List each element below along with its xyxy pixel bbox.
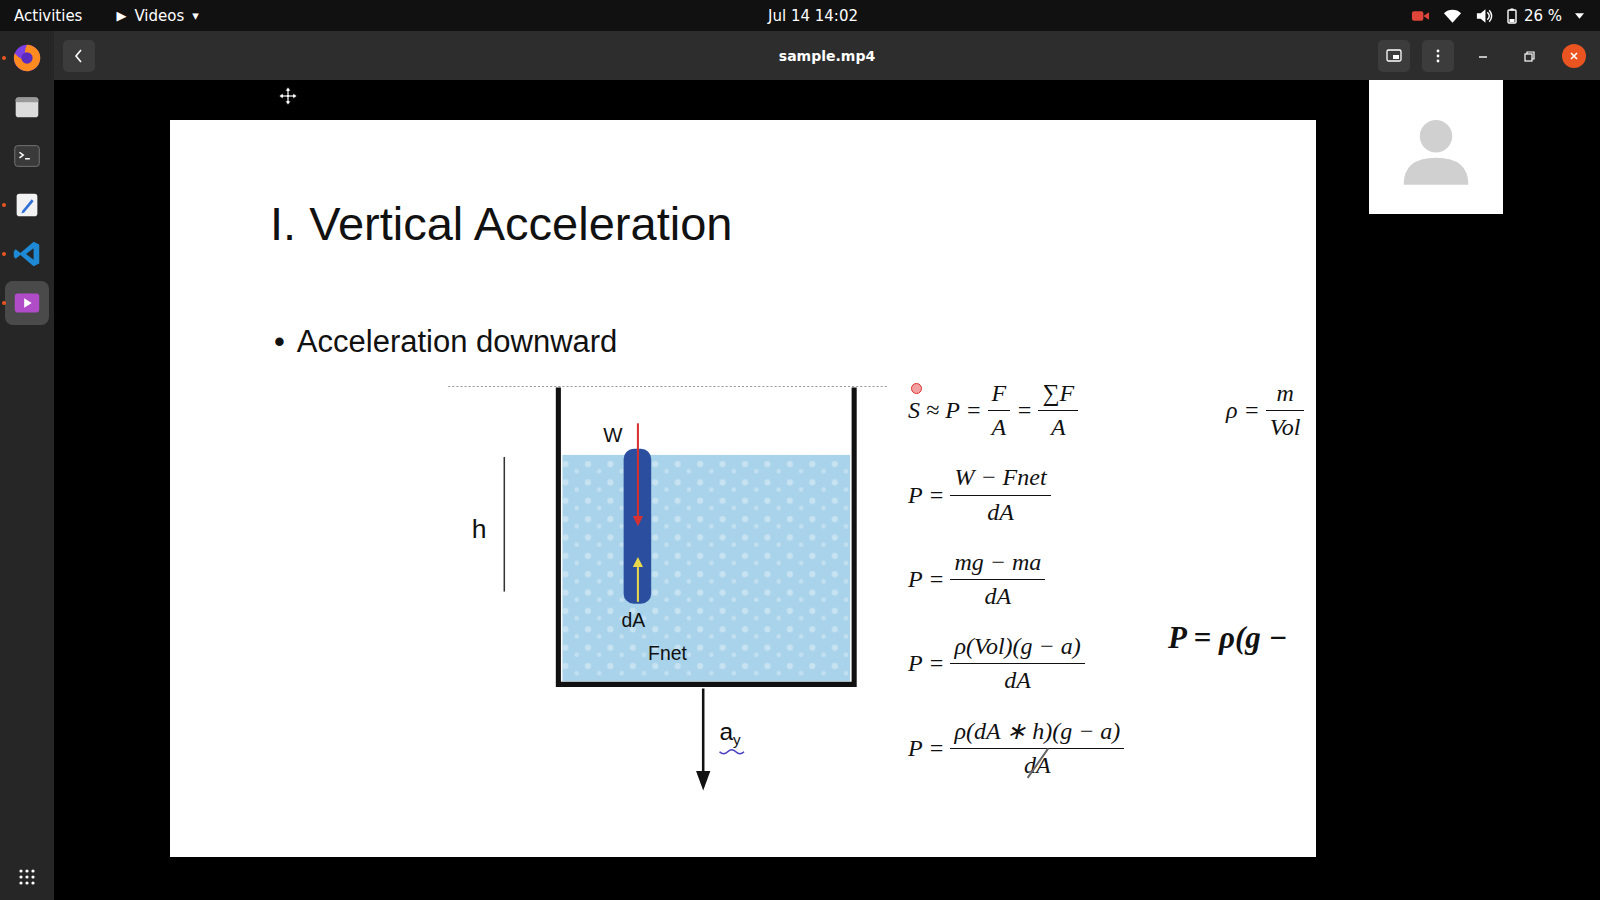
top-bar: Activities ▶Videos▾ Jul 14 14:02 26 % — [0, 0, 1600, 31]
water — [562, 455, 850, 681]
activities-button[interactable]: Activities — [14, 7, 82, 25]
running-dot — [2, 252, 6, 256]
system-menu[interactable]: 26 % — [858, 7, 1600, 25]
window-title: sample.mp4 — [779, 48, 875, 64]
height-label: h — [472, 514, 487, 544]
density-equation: ρ =mVol — [1226, 378, 1304, 443]
minimize-icon — [1475, 48, 1491, 64]
fraction: ρ(Vol)(g − a)dA — [950, 631, 1084, 696]
terminal-icon — [11, 140, 43, 172]
volume-icon — [1475, 8, 1494, 24]
fraction: W − FnetdA — [950, 462, 1050, 527]
surface-line — [448, 386, 887, 387]
equation: P =W − FnetdA — [908, 462, 1124, 527]
close-icon — [1566, 48, 1582, 64]
dock-item[interactable] — [5, 85, 49, 129]
desktop: Activities ▶Videos▾ Jul 14 14:02 26 % sample… — [0, 0, 1600, 900]
container — [558, 388, 854, 685]
dock-item[interactable] — [5, 232, 49, 276]
participant-tile — [1316, 80, 1556, 214]
back-button[interactable] — [63, 40, 95, 72]
text-editor-icon — [11, 189, 43, 221]
clock[interactable]: Jul 14 14:02 — [742, 7, 858, 25]
area-label: dA — [622, 609, 646, 631]
pip-button[interactable] — [1378, 40, 1410, 72]
slide-title: I. Vertical Acceleration — [270, 198, 1316, 250]
running-dot — [2, 301, 6, 305]
dock-item[interactable] — [5, 134, 49, 178]
kebab-icon — [1430, 48, 1446, 64]
battery-icon — [1507, 8, 1517, 24]
video-player-window: sample.mp4 I. Vertical Acceleration •Accel… — [54, 31, 1600, 900]
dock — [0, 31, 54, 900]
running-dot — [2, 203, 6, 207]
dock-item[interactable] — [5, 36, 49, 80]
firefox-icon — [11, 42, 43, 74]
videos-icon — [11, 287, 43, 319]
fraction: ∑FA — [1038, 378, 1078, 443]
participant-list — [1316, 80, 1556, 214]
dock-item[interactable] — [5, 183, 49, 227]
slide: I. Vertical Acceleration •Acceleration do… — [170, 120, 1316, 857]
weight-arrow — [637, 423, 639, 516]
running-dot — [2, 56, 6, 60]
picture-in-picture-icon — [1386, 48, 1402, 64]
acceleration-label: ay — [720, 718, 742, 748]
restore-icon — [1521, 48, 1537, 64]
vscode-icon — [11, 238, 43, 270]
height-line — [504, 457, 506, 592]
fraction: mVol — [1266, 378, 1305, 443]
menu-button[interactable] — [1422, 40, 1454, 72]
equation: S ≈ P =FA=∑FA — [908, 378, 1124, 443]
app-menu[interactable]: ▶Videos▾ — [116, 7, 198, 25]
force-label: Fnet — [648, 642, 687, 664]
files-icon — [11, 91, 43, 123]
laser-pointer — [911, 383, 922, 394]
equation-list: S ≈ P =FA=∑FA P =W − FnetdA P =mg − madA P … — [908, 378, 1124, 781]
menu-caret-icon — [1575, 13, 1584, 19]
close-button[interactable] — [1562, 44, 1586, 68]
dock-item[interactable] — [5, 281, 49, 325]
maximize-button[interactable] — [1512, 44, 1546, 68]
fraction: FA — [988, 378, 1011, 443]
fraction: mg − madA — [950, 547, 1045, 612]
camera-icon — [1411, 8, 1430, 24]
result-equation: P = ρ(g − — [1168, 620, 1287, 656]
back-icon — [71, 48, 87, 64]
acceleration-arrow — [702, 689, 705, 774]
slide-bullet: •Acceleration downward — [274, 323, 1316, 360]
dropdown-arrow-icon: ▾ — [192, 8, 199, 23]
wifi-icon — [1443, 8, 1462, 24]
play-icon: ▶ — [116, 8, 126, 23]
equation: P =ρ(dA ∗ h)(g − a)dA — [908, 716, 1124, 781]
avatar-icon — [1391, 102, 1481, 192]
video-frame[interactable]: I. Vertical Acceleration •Acceleration do… — [54, 80, 1600, 900]
force-arrow — [637, 567, 639, 602]
move-cursor-icon — [278, 86, 298, 106]
fraction: ρ(dA ∗ h)(g − a)dA — [950, 716, 1124, 781]
equation: P =ρ(Vol)(g − a)dA — [908, 631, 1124, 696]
battery-level: 26 % — [1524, 7, 1562, 25]
equation: P =mg − madA — [908, 547, 1124, 612]
minimize-button[interactable] — [1466, 44, 1500, 68]
container-diagram: h WdAFnet ay — [438, 367, 897, 806]
weight-label: W — [603, 424, 623, 446]
header-bar: sample.mp4 — [54, 31, 1600, 80]
show-apps-icon[interactable] — [18, 868, 36, 886]
